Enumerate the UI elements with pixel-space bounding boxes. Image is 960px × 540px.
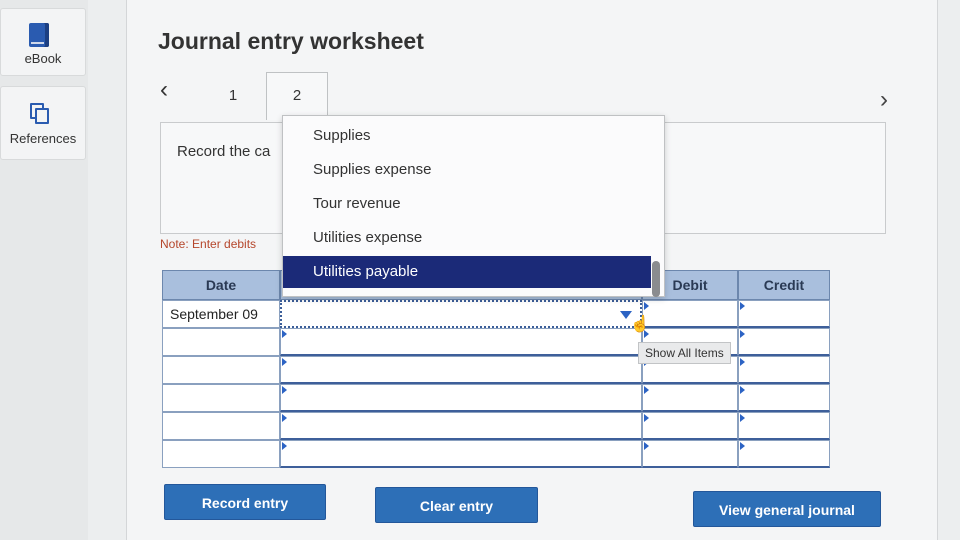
table-row <box>162 384 830 412</box>
tab-1[interactable]: 1 <box>218 82 248 112</box>
references-label: References <box>9 131 77 146</box>
account-select[interactable] <box>280 300 642 328</box>
tooltip: Show All Items <box>638 342 731 364</box>
cell-marker-icon <box>282 358 287 366</box>
dropdown-option-selected[interactable]: Utilities payable <box>283 256 651 288</box>
account-select[interactable] <box>280 356 642 384</box>
account-select[interactable] <box>280 412 642 440</box>
dropdown-scrollbar[interactable] <box>652 261 660 297</box>
dropdown-option[interactable]: Supplies expense <box>283 154 651 186</box>
dropdown-option[interactable]: Tour revenue <box>283 188 651 220</box>
credit-input[interactable] <box>738 440 830 468</box>
dropdown-option[interactable]: Utilities expense <box>283 222 651 254</box>
ebook-button[interactable]: eBook <box>0 8 86 76</box>
credit-input[interactable] <box>738 328 830 356</box>
cell-marker-icon <box>282 442 287 450</box>
cell-marker-icon <box>740 302 745 310</box>
cell-marker-icon <box>740 414 745 422</box>
ebook-label: eBook <box>24 51 62 66</box>
record-entry-button[interactable]: Record entry <box>164 484 326 520</box>
cell-marker-icon <box>644 302 649 310</box>
view-general-journal-button[interactable]: View general journal <box>693 491 881 527</box>
date-cell: September 09 <box>162 300 280 328</box>
date-cell[interactable] <box>162 384 280 412</box>
account-dropdown-list[interactable]: Supplies Supplies expense Tour revenue U… <box>282 115 665 297</box>
chevron-left-icon[interactable]: ‹ <box>160 76 168 104</box>
cell-marker-icon <box>282 386 287 394</box>
account-select[interactable] <box>280 328 642 356</box>
header-credit: Credit <box>738 270 830 300</box>
cell-marker-icon <box>740 330 745 338</box>
table-row <box>162 440 830 468</box>
dropdown-option[interactable]: Supplies <box>283 120 651 152</box>
cell-marker-icon <box>644 414 649 422</box>
cell-marker-icon <box>740 358 745 366</box>
credit-input[interactable] <box>738 300 830 328</box>
page-title: Journal entry worksheet <box>158 28 424 54</box>
debit-input[interactable] <box>642 412 738 440</box>
account-select[interactable] <box>280 384 642 412</box>
clear-entry-button[interactable]: Clear entry <box>375 487 538 523</box>
credit-input[interactable] <box>738 384 830 412</box>
instruction-text: Record the ca <box>177 143 271 160</box>
hand-cursor-icon: ☝ <box>630 316 650 333</box>
table-row: September 09 <box>162 300 830 328</box>
tab-2[interactable]: 2 <box>266 72 328 120</box>
header-date: Date <box>162 270 280 300</box>
debit-input[interactable] <box>642 300 738 328</box>
cell-marker-icon <box>282 330 287 338</box>
cell-marker-icon <box>282 414 287 422</box>
journal-table: Date Debit Credit September 09 <box>162 270 830 470</box>
note-text: Note: Enter debits <box>160 237 257 251</box>
cell-marker-icon <box>644 442 649 450</box>
debit-input[interactable] <box>642 384 738 412</box>
debit-input[interactable] <box>642 440 738 468</box>
book-icon <box>29 23 49 47</box>
cell-marker-icon <box>740 442 745 450</box>
account-select[interactable] <box>280 440 642 468</box>
cell-marker-icon <box>740 386 745 394</box>
sidebar: eBook References <box>0 0 88 540</box>
date-cell[interactable] <box>162 356 280 384</box>
references-button[interactable]: References <box>0 86 86 160</box>
date-cell[interactable] <box>162 328 280 356</box>
date-cell[interactable] <box>162 440 280 468</box>
table-row <box>162 412 830 440</box>
date-cell[interactable] <box>162 412 280 440</box>
credit-input[interactable] <box>738 412 830 440</box>
documents-icon <box>30 103 52 125</box>
credit-input[interactable] <box>738 356 830 384</box>
chevron-right-icon[interactable]: › <box>880 86 888 114</box>
cell-marker-icon <box>644 386 649 394</box>
